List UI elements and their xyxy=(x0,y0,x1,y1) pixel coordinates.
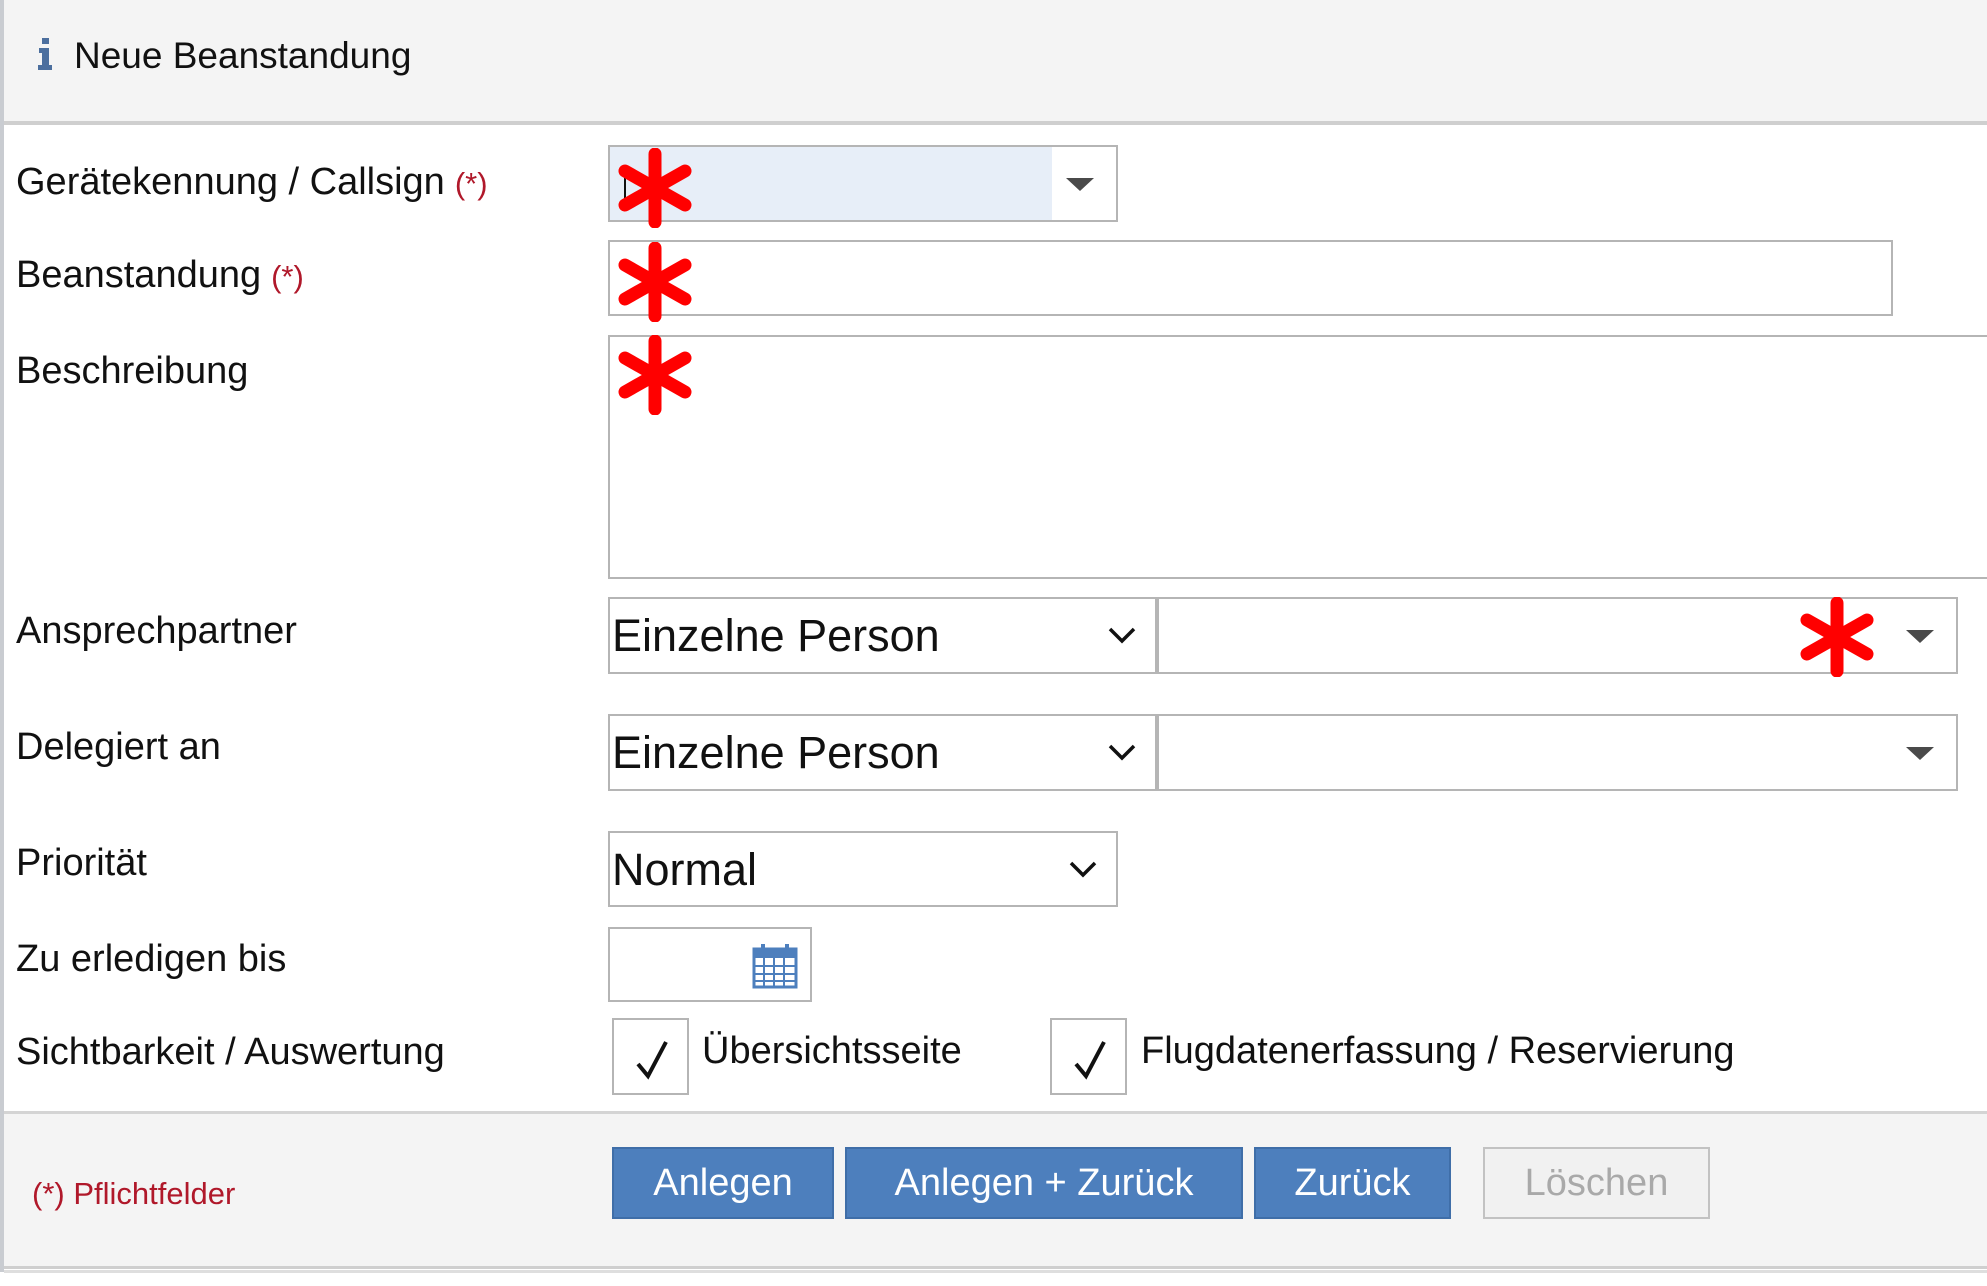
description-textarea[interactable] xyxy=(608,335,1987,579)
back-button[interactable]: Zurück xyxy=(1254,1147,1451,1219)
page-title: Neue Beanstandung xyxy=(74,35,412,76)
description-label: Beschreibung xyxy=(16,350,249,392)
required-fields-note: (*) Pflichtfelder xyxy=(32,1176,236,1211)
required-marker: (*) xyxy=(454,166,488,201)
dropdown-arrow-icon[interactable] xyxy=(1906,746,1934,760)
dropdown-arrow-icon[interactable] xyxy=(1066,177,1094,191)
dropdown-arrow-icon[interactable] xyxy=(1906,629,1934,643)
checkmark-icon xyxy=(636,1041,668,1080)
priority-label: Priorität xyxy=(16,842,147,884)
create-button[interactable]: Anlegen xyxy=(612,1147,834,1219)
due-date-label: Zu erledigen bis xyxy=(16,938,287,980)
overview-checkbox-label[interactable]: Übersichtsseite xyxy=(702,1029,962,1073)
calendar-icon[interactable] xyxy=(752,941,798,989)
issue-label: Beanstandung (*) xyxy=(16,253,304,299)
required-marker: (*) xyxy=(271,259,304,294)
text-cursor xyxy=(624,167,626,201)
delegated-mode-value: Einzelne Person xyxy=(612,727,940,778)
callsign-input-area[interactable] xyxy=(610,147,1052,220)
checkmark-icon xyxy=(1074,1041,1106,1080)
delegated-label: Delegiert an xyxy=(16,726,221,768)
delete-button: Löschen xyxy=(1483,1147,1710,1219)
chevron-down-icon xyxy=(1069,861,1097,878)
flightdata-checkbox[interactable] xyxy=(1050,1018,1127,1095)
contact-mode-select[interactable]: Einzelne Person xyxy=(608,597,1157,674)
create-and-back-button[interactable]: Anlegen + Zurück xyxy=(845,1147,1243,1219)
issue-input[interactable] xyxy=(608,240,1893,316)
issue-label-text: Beanstandung xyxy=(16,254,262,296)
priority-value: Normal xyxy=(612,844,758,895)
contact-mode-value: Einzelne Person xyxy=(612,610,940,661)
form-footer: (*) Pflichtfelder Anlegen Anlegen + Zurü… xyxy=(4,1111,1987,1269)
callsign-label: Gerätekennung / Callsign (*) xyxy=(16,160,488,206)
chevron-down-icon xyxy=(1108,627,1136,644)
overview-checkbox[interactable] xyxy=(612,1018,689,1095)
chevron-down-icon xyxy=(1108,744,1136,761)
page-header: Neue Beanstandung xyxy=(4,0,1987,125)
callsign-combobox[interactable] xyxy=(608,145,1118,222)
priority-select[interactable]: Normal xyxy=(608,831,1118,907)
due-date-input[interactable] xyxy=(608,927,812,1002)
callsign-label-text: Gerätekennung / Callsign xyxy=(16,161,445,203)
footer-divider xyxy=(4,1270,1987,1273)
visibility-label: Sichtbarkeit / Auswertung xyxy=(16,1031,445,1073)
contact-label: Ansprechpartner xyxy=(16,610,297,652)
contact-person-combobox[interactable] xyxy=(1157,597,1958,674)
delegated-person-combobox[interactable] xyxy=(1157,714,1958,791)
delegated-mode-select[interactable]: Einzelne Person xyxy=(608,714,1157,791)
flightdata-checkbox-label[interactable]: Flugdatenerfassung / Reservierung xyxy=(1141,1029,1735,1073)
info-icon xyxy=(38,38,52,70)
page-left-border xyxy=(0,0,4,1272)
